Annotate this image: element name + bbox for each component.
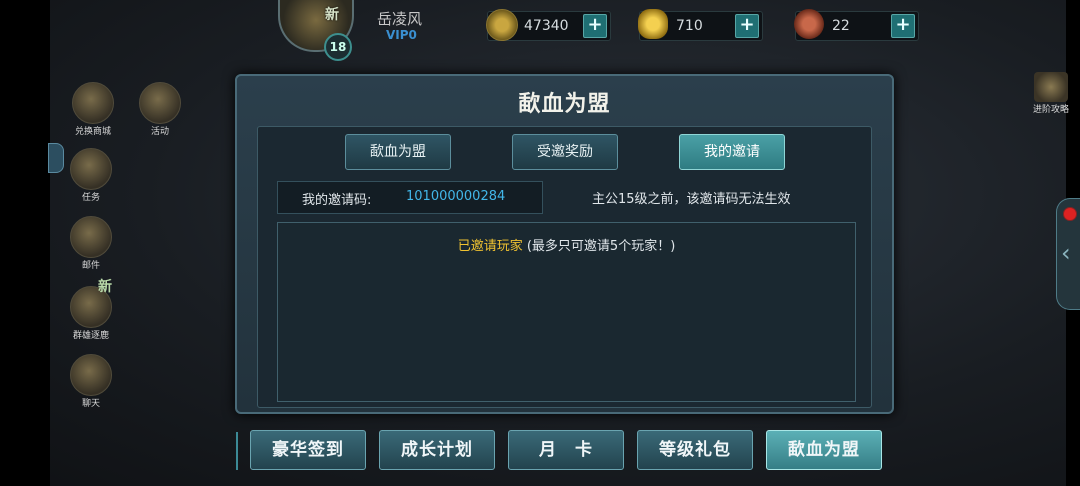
copper-value: 47340 [524, 18, 569, 34]
gold-resource: 710 + [638, 9, 763, 41]
left-letterbox [0, 0, 50, 486]
menu-label: 邮件 [81, 261, 100, 271]
add-food-button[interactable]: + [891, 14, 915, 38]
menu-label: 群雄逐鹿 [72, 331, 109, 341]
food-value: 22 [832, 18, 850, 34]
player-vip[interactable]: VIP0 [386, 28, 417, 42]
menu-label: 活动 [150, 127, 169, 137]
right-panel-handle[interactable]: ‹ [1056, 198, 1080, 310]
tab-alliance[interactable]: 歃血为盟 [345, 134, 451, 170]
gold-value: 710 [676, 18, 703, 34]
notification-dot-icon [1063, 207, 1077, 221]
bottom-divider [236, 432, 238, 470]
copper-coin-icon [486, 9, 518, 41]
menu-heroes-battle[interactable]: 新 群雄逐鹿 [64, 279, 118, 341]
meat-food-icon [794, 9, 824, 39]
menu-label: 兑换商城 [74, 127, 111, 137]
food-resource: 22 + [794, 9, 919, 41]
invited-list-title: 已邀请玩家 (最多只可邀请5个玩家！) [278, 235, 855, 254]
invited-players-list: 已邀请玩家 (最多只可邀请5个玩家！) [277, 222, 856, 402]
deluxe-signin-button[interactable]: 豪华签到 [250, 430, 366, 470]
menu-label: 聊天 [81, 399, 100, 409]
alliance-dialog: 歃血为盟 歃血为盟 受邀奖励 我的邀请 我的邀请码: 101000000284 … [235, 74, 894, 414]
monthly-card-button[interactable]: 月 卡 [508, 430, 624, 470]
strategy-label: 进阶攻略 [1032, 105, 1069, 115]
menu-exchange-shop[interactable]: 兑换商城 [66, 82, 120, 137]
menu-label: 任务 [81, 193, 100, 203]
strategy-guide-button[interactable]: 进阶攻略 [1026, 72, 1076, 115]
menu-chat[interactable]: 聊天 [64, 354, 118, 409]
player-level-badge: 18 [324, 33, 352, 61]
quest-scroll-icon [70, 148, 112, 190]
chevron-left-icon: ‹ [1061, 239, 1071, 267]
dialog-title: 歃血为盟 [518, 92, 611, 117]
book-icon [1034, 72, 1068, 102]
new-badge: 新 [98, 279, 112, 295]
invite-code-box: 我的邀请码: 101000000284 [277, 181, 543, 214]
add-copper-button[interactable]: + [583, 14, 607, 38]
chat-icon [70, 354, 112, 396]
activity-scroll-icon [139, 82, 181, 124]
menu-mail[interactable]: 邮件 [64, 216, 118, 271]
invited-title: 已邀请玩家 [457, 239, 523, 254]
tab-my-invites[interactable]: 我的邀请 [679, 134, 785, 170]
invited-limit-note: (最多只可邀请5个玩家！) [526, 239, 676, 254]
alliance-button[interactable]: 歃血为盟 [766, 430, 882, 470]
invite-code-note: 主公15级之前，该邀请码无法生效 [592, 192, 791, 207]
menu-activity[interactable]: 活动 [133, 82, 187, 137]
mail-icon [70, 216, 112, 258]
add-gold-button[interactable]: + [735, 14, 759, 38]
exchange-shop-icon [72, 82, 114, 124]
growth-plan-button[interactable]: 成长计划 [379, 430, 495, 470]
invite-code-value[interactable]: 101000000284 [406, 189, 505, 204]
gold-ingot-icon [638, 9, 668, 39]
level-gift-button[interactable]: 等级礼包 [637, 430, 753, 470]
avatar-new-badge: 新 [325, 7, 339, 23]
player-name: 岳凌风 [377, 10, 423, 28]
copper-resource: 47340 + [486, 9, 611, 41]
invite-code-label: 我的邀请码: [302, 193, 372, 208]
menu-quest[interactable]: 任务 [64, 148, 118, 203]
collapse-tab[interactable] [48, 143, 64, 173]
tab-invite-rewards[interactable]: 受邀奖励 [512, 134, 618, 170]
